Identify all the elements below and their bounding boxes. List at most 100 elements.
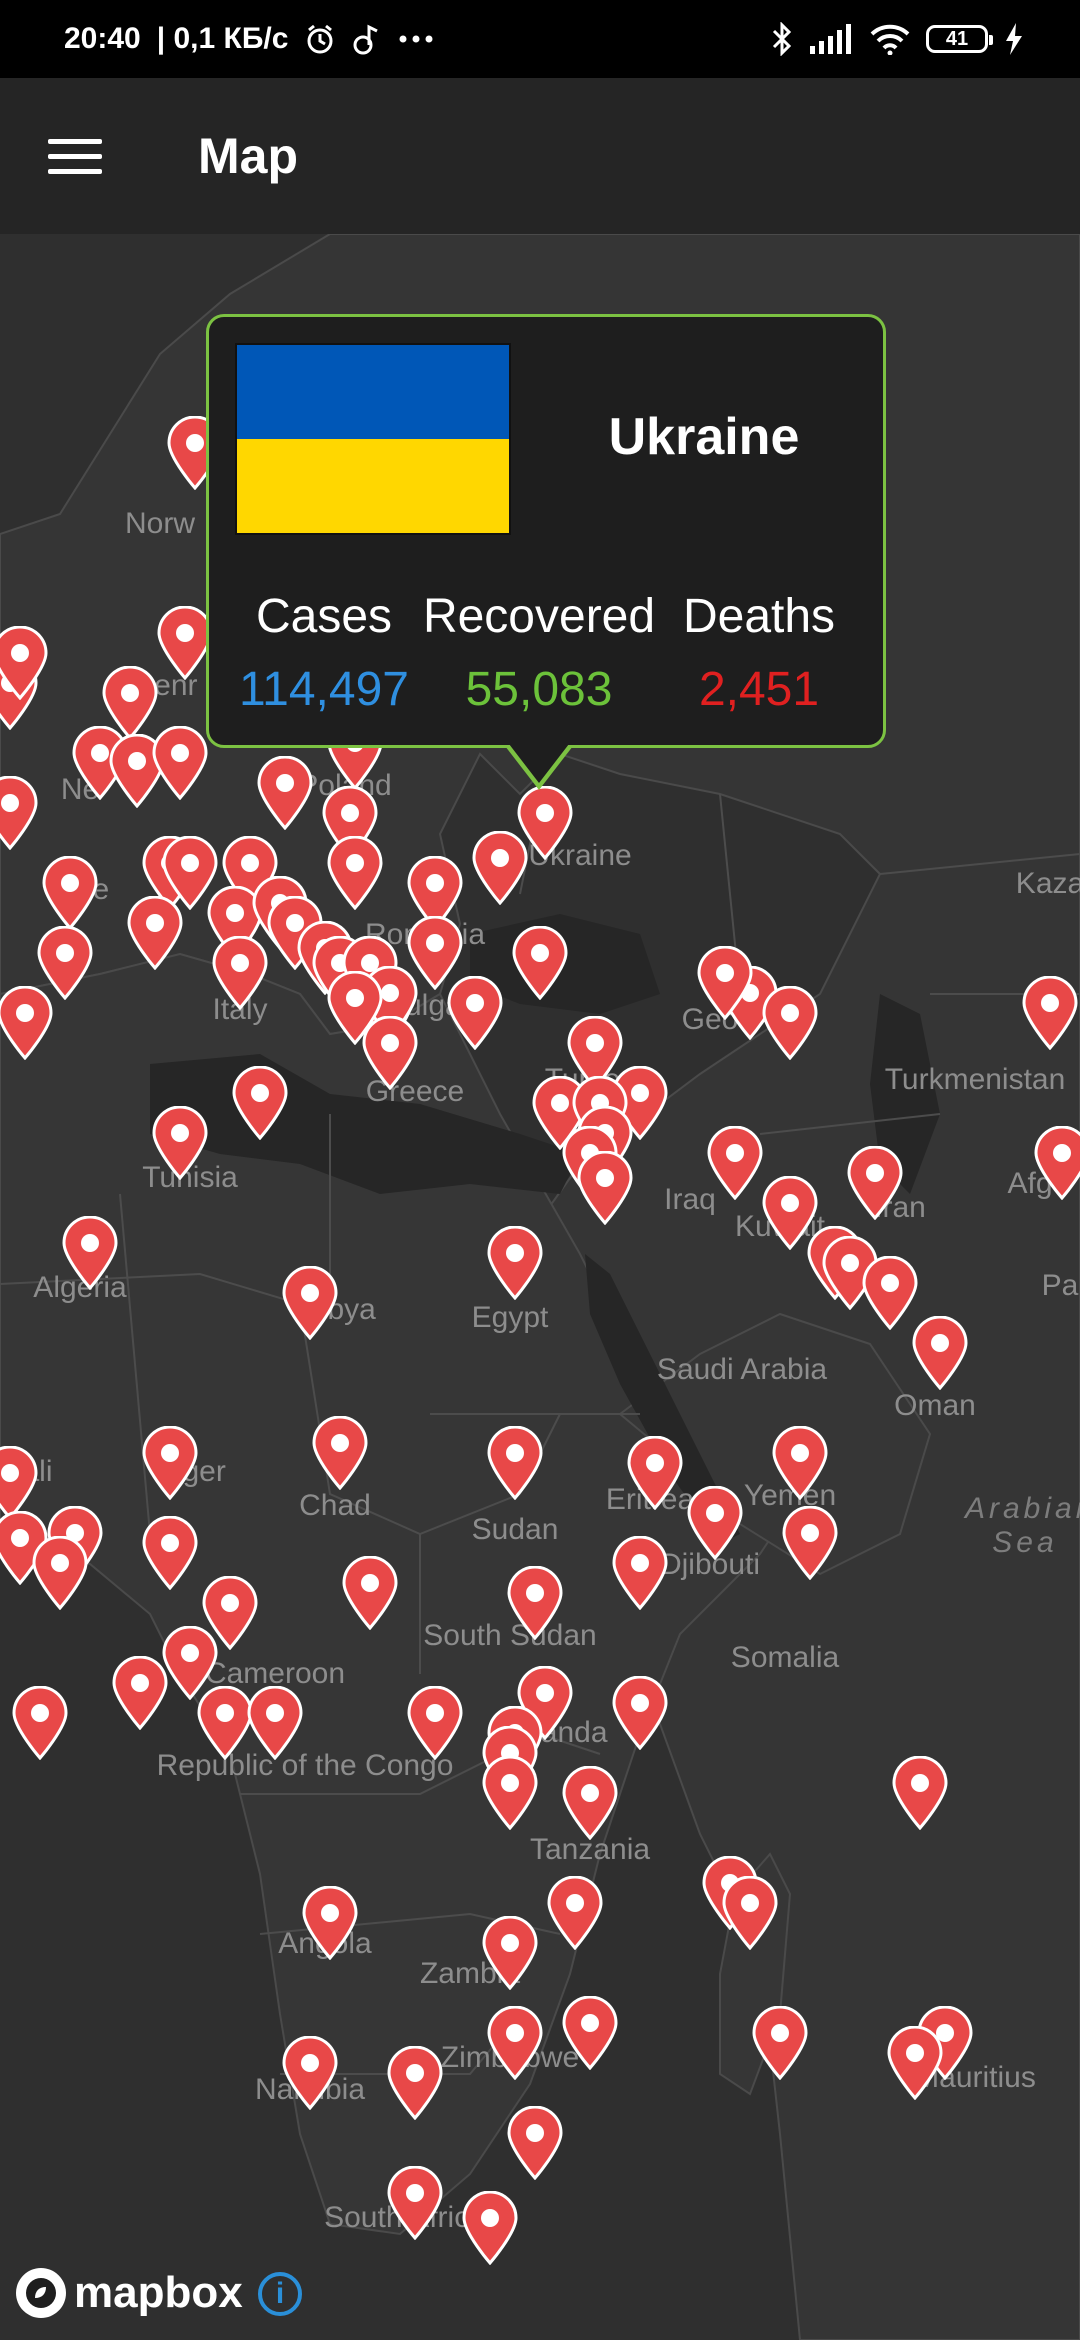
bluetooth-icon <box>772 22 792 56</box>
map-marker-pin-icon[interactable] <box>485 1425 545 1501</box>
signal-icon <box>810 24 851 54</box>
flag-stripe-yellow <box>237 439 509 533</box>
map-marker-pin-icon[interactable] <box>0 985 55 1061</box>
map-marker-pin-icon[interactable] <box>575 1150 635 1226</box>
map-marker-pin-icon[interactable] <box>1032 1125 1080 1201</box>
map-marker-pin-icon[interactable] <box>610 1675 670 1751</box>
map-marker-pin-icon[interactable] <box>720 1875 780 1951</box>
map-marker-pin-icon[interactable] <box>280 1265 340 1341</box>
map-label: Oman <box>894 1389 976 1422</box>
stat-recovered-value: 55,083 <box>465 663 613 716</box>
map-marker-pin-icon[interactable] <box>770 1425 830 1501</box>
map-label: Kaza <box>1015 867 1080 900</box>
map-marker-pin-icon[interactable] <box>340 1555 400 1631</box>
popup-pointer-inner <box>509 744 569 783</box>
map-marker-pin-icon[interactable] <box>110 1655 170 1731</box>
country-popup[interactable]: Ukraine Cases 114,497 Recovered 55,083 D… <box>206 314 886 748</box>
hamburger-menu-icon[interactable] <box>48 126 108 186</box>
map-marker-pin-icon[interactable] <box>460 2190 520 2266</box>
map-marker-pin-icon[interactable] <box>10 1685 70 1761</box>
map-label: Sudan <box>471 1513 559 1546</box>
stat-cases: Cases 114,497 <box>229 589 419 717</box>
stat-cases-value: 114,497 <box>239 663 409 716</box>
stat-recovered: Recovered 55,083 <box>419 589 659 717</box>
flag-stripe-blue <box>237 345 509 439</box>
map-marker-pin-icon[interactable] <box>0 625 50 701</box>
map-label: Pa <box>1041 1269 1079 1302</box>
map-marker-pin-icon[interactable] <box>255 755 315 831</box>
map-marker-pin-icon[interactable] <box>325 835 385 911</box>
stat-cases-label: Cases <box>255 590 393 643</box>
map-marker-pin-icon[interactable] <box>890 1755 950 1831</box>
map-marker-pin-icon[interactable] <box>515 785 575 861</box>
map-marker-pin-icon[interactable] <box>405 1685 465 1761</box>
map-label: Norw <box>124 507 196 540</box>
map-marker-pin-icon[interactable] <box>760 985 820 1061</box>
stat-deaths-label: Deaths <box>682 590 836 643</box>
map-label: Chad <box>299 1489 371 1522</box>
mapbox-logo[interactable]: mapbox <box>16 2268 243 2318</box>
map-marker-pin-icon[interactable] <box>485 2005 545 2081</box>
map-marker-pin-icon[interactable] <box>910 1315 970 1391</box>
map-label: Turkmenistan <box>884 1063 1066 1096</box>
country-name: Ukraine <box>608 408 800 466</box>
map-marker-pin-icon[interactable] <box>545 1875 605 1951</box>
map-marker-pin-icon[interactable] <box>480 1755 540 1831</box>
map-marker-pin-icon[interactable] <box>480 1915 540 1991</box>
map-marker-pin-icon[interactable] <box>300 1885 360 1961</box>
map-marker-pin-icon[interactable] <box>125 895 185 971</box>
map-marker-pin-icon[interactable] <box>1020 975 1080 1051</box>
mapbox-icon <box>16 2268 66 2318</box>
page-title: Map <box>198 128 298 184</box>
map-label: Saudi Arabia <box>656 1353 828 1386</box>
map-marker-pin-icon[interactable] <box>560 1995 620 2071</box>
map-marker-pin-icon[interactable] <box>780 1505 840 1581</box>
country-flag <box>235 343 511 535</box>
status-bar-right: 41 <box>770 22 1024 56</box>
attribution-info-icon[interactable]: i <box>258 2272 302 2316</box>
map-marker-pin-icon[interactable] <box>60 1215 120 1291</box>
clock: 20:40 <box>64 22 141 55</box>
map-marker-pin-icon[interactable] <box>280 2035 340 2111</box>
wifi-icon <box>870 24 910 55</box>
map-marker-pin-icon[interactable] <box>510 925 570 1001</box>
map-marker-pin-icon[interactable] <box>310 1415 370 1491</box>
map-label: Somalia <box>730 1641 840 1674</box>
mapbox-wordmark: mapbox <box>74 2268 243 2317</box>
map-marker-pin-icon[interactable] <box>40 855 100 931</box>
charging-icon <box>1006 23 1022 55</box>
network-speed: | 0,1 КБ/с <box>156 22 289 55</box>
battery-level: 41 <box>945 27 969 50</box>
map-marker-pin-icon[interactable] <box>445 975 505 1051</box>
map-label: Egypt <box>471 1301 549 1334</box>
map-marker-pin-icon[interactable] <box>685 1485 745 1561</box>
map-marker-pin-icon[interactable] <box>705 1125 765 1201</box>
map-marker-pin-icon[interactable] <box>885 2025 945 2101</box>
map-marker-pin-icon[interactable] <box>610 1535 670 1611</box>
map-marker-pin-icon[interactable] <box>385 2165 445 2241</box>
battery-icon: 41 <box>926 25 993 53</box>
map-marker-pin-icon[interactable] <box>245 1685 305 1761</box>
map-marker-pin-icon[interactable] <box>485 1225 545 1301</box>
stat-deaths: Deaths 2,451 <box>659 589 859 717</box>
map-marker-pin-icon[interactable] <box>140 1515 200 1591</box>
map-marker-pin-icon[interactable] <box>230 1065 290 1141</box>
map-marker-pin-icon[interactable] <box>385 2045 445 2121</box>
map-marker-pin-icon[interactable] <box>0 775 40 851</box>
map-marker-pin-icon[interactable] <box>750 2005 810 2081</box>
map-marker-pin-icon[interactable] <box>0 1445 40 1521</box>
map-marker-pin-icon[interactable] <box>140 1425 200 1501</box>
map-marker-pin-icon[interactable] <box>505 2105 565 2181</box>
alarm-icon <box>307 24 333 54</box>
map-marker-pin-icon[interactable] <box>150 725 210 801</box>
map-marker-pin-icon[interactable] <box>505 1565 565 1641</box>
map-marker-pin-icon[interactable] <box>360 1015 420 1091</box>
map-marker-pin-icon[interactable] <box>625 1435 685 1511</box>
map-marker-pin-icon[interactable] <box>560 1765 620 1841</box>
map-marker-pin-icon[interactable] <box>30 1535 90 1611</box>
map-marker-pin-icon[interactable] <box>150 1105 210 1181</box>
status-bar-left: 20:40 | 0,1 КБ/с <box>64 22 434 56</box>
map-marker-pin-icon[interactable] <box>210 935 270 1011</box>
map-marker-pin-icon[interactable] <box>695 945 755 1021</box>
map-marker-pin-icon[interactable] <box>845 1145 905 1221</box>
